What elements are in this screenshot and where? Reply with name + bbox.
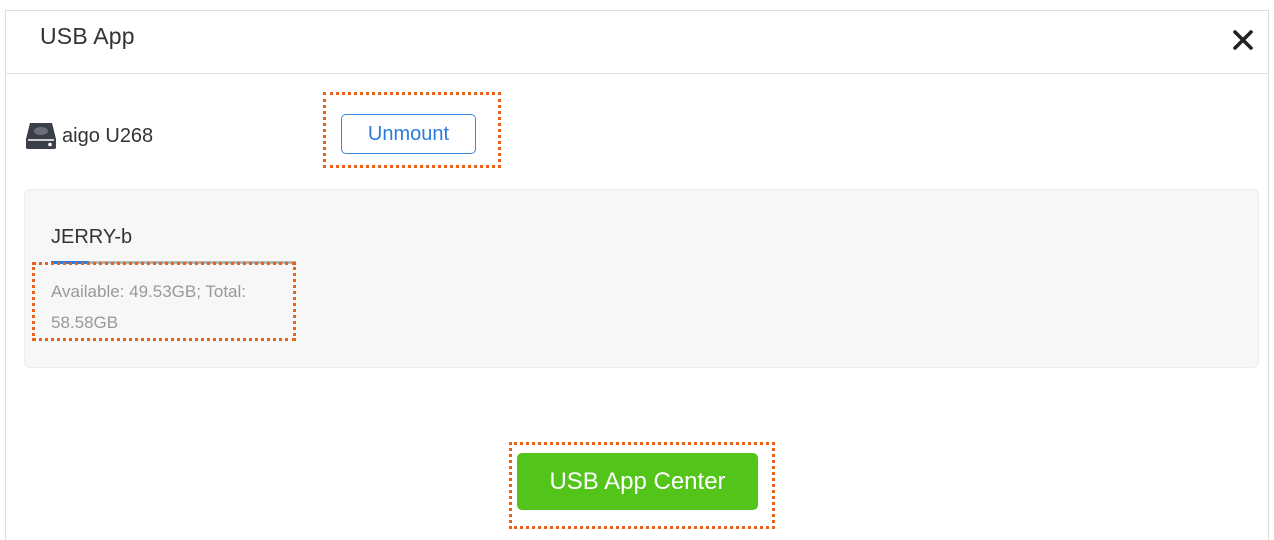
dialog-header: USB App bbox=[6, 11, 1268, 74]
device-name: aigo U268 bbox=[62, 125, 154, 147]
usb-drive-icon bbox=[26, 123, 56, 149]
dialog-title: USB App bbox=[40, 23, 135, 49]
usage-bar bbox=[51, 261, 296, 264]
partition-panel: JERRY-b Available: 49.53GB; Total: 58.58… bbox=[24, 189, 1259, 368]
usb-app-dialog: USB App aigo U268 Unmount JERRY-b Availa… bbox=[5, 10, 1269, 540]
close-icon bbox=[1233, 30, 1253, 50]
partition-name: JERRY-b bbox=[51, 226, 133, 248]
usage-bar-fill bbox=[51, 261, 89, 264]
usb-app-center-button[interactable]: USB App Center bbox=[517, 453, 758, 510]
close-button[interactable] bbox=[1228, 25, 1258, 55]
capacity-text: Available: 49.53GB; Total: 58.58GB bbox=[51, 282, 247, 332]
unmount-button[interactable]: Unmount bbox=[341, 114, 476, 154]
device-row: aigo U268 Unmount bbox=[6, 111, 1268, 163]
